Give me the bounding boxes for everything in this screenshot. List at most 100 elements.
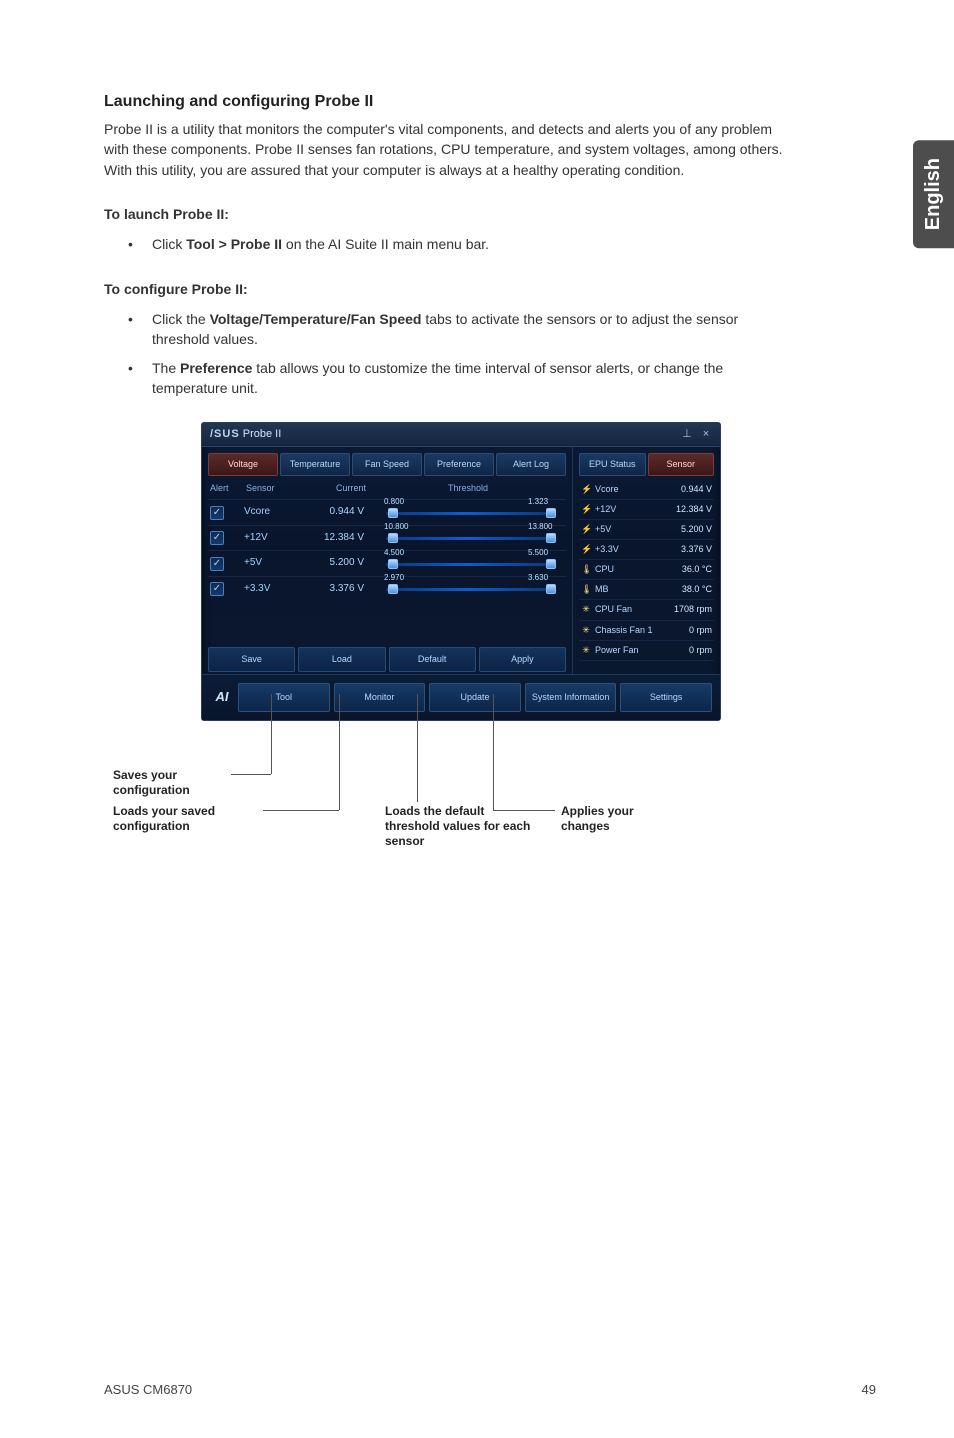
- header-sensor: Sensor: [246, 482, 316, 495]
- status-icon: ⚡: [581, 483, 591, 496]
- right-tabs: EPU StatusSensor: [579, 453, 714, 476]
- alert-checkbox[interactable]: [210, 506, 224, 520]
- threshold-hi-handle[interactable]: [546, 584, 556, 594]
- app-title: Probe II: [243, 428, 282, 440]
- default-button[interactable]: Default: [389, 647, 476, 672]
- tab-temperature[interactable]: Temperature: [280, 453, 350, 476]
- load-button[interactable]: Load: [298, 647, 385, 672]
- status-name: +12V: [595, 503, 672, 516]
- brand-logo-text: /SUS: [210, 428, 240, 440]
- pin-icon[interactable]: ⊥: [681, 427, 693, 443]
- app-bottom-bar: AI ToolMonitorUpdateSystem InformationSe…: [202, 674, 720, 720]
- close-icon[interactable]: ×: [700, 427, 712, 443]
- threshold-slider[interactable]: 10.80013.800: [370, 531, 564, 545]
- callout-line: [231, 774, 271, 775]
- sensor-row: +3.3V3.376 V2.9703.630: [208, 576, 566, 602]
- threshold-lo-handle[interactable]: [388, 559, 398, 569]
- threshold-lo-label: 10.800: [384, 521, 408, 533]
- threshold-hi-handle[interactable]: [546, 559, 556, 569]
- threshold-hi-handle[interactable]: [546, 508, 556, 518]
- sensor-tabs: VoltageTemperatureFan SpeedPreferenceAle…: [208, 453, 566, 476]
- status-icon: ⚡: [581, 523, 591, 536]
- status-item: ⚡+12V12.384 V: [579, 500, 714, 520]
- page-footer: ASUS CM6870 49: [104, 1380, 876, 1400]
- callout-load: Loads your saved configuration: [113, 804, 263, 834]
- threshold-hi-label: 5.500: [528, 547, 548, 559]
- status-value: 0.944 V: [677, 483, 712, 496]
- action-buttons-row: SaveLoadDefaultApply: [208, 641, 566, 672]
- status-name: +3.3V: [595, 543, 677, 556]
- header-alert: Alert: [210, 482, 246, 495]
- tab-fan-speed[interactable]: Fan Speed: [352, 453, 422, 476]
- status-icon: ⚡: [581, 503, 591, 516]
- threshold-slider[interactable]: 2.9703.630: [370, 582, 564, 596]
- alert-checkbox[interactable]: [210, 531, 224, 545]
- threshold-lo-handle[interactable]: [388, 508, 398, 518]
- status-name: MB: [595, 583, 678, 596]
- tab-alert-log[interactable]: Alert Log: [496, 453, 566, 476]
- sensor-name: Vcore: [244, 505, 314, 520]
- status-item: 🌡CPU36.0 °C: [579, 560, 714, 580]
- threshold-slider[interactable]: 0.8001.323: [370, 506, 564, 520]
- sensor-current: 3.376 V: [314, 582, 370, 597]
- text: The: [152, 360, 180, 376]
- configure-subhead: To configure Probe II:: [104, 279, 790, 299]
- status-item: ⚡Vcore0.944 V: [579, 480, 714, 500]
- bottom-tool-button[interactable]: Tool: [238, 683, 330, 712]
- title-bar: /SUS Probe II ⊥ ×: [202, 423, 720, 447]
- launch-item: Click Tool > Probe II on the AI Suite II…: [128, 234, 790, 254]
- probe-ii-window: /SUS Probe II ⊥ × VoltageTemperatureFan …: [201, 422, 721, 721]
- threshold-hi-label: 1.323: [528, 496, 548, 508]
- bottom-system-information-button[interactable]: System Information: [525, 683, 617, 712]
- bottom-settings-button[interactable]: Settings: [620, 683, 712, 712]
- status-icon: 🌡: [581, 563, 591, 576]
- text: Click the: [152, 311, 210, 327]
- status-value: 3.376 V: [677, 543, 712, 556]
- right-tab-sensor[interactable]: Sensor: [648, 453, 715, 476]
- callout-line: [263, 810, 339, 811]
- bottom-update-button[interactable]: Update: [429, 683, 521, 712]
- threshold-lo-label: 2.970: [384, 572, 404, 584]
- callout-save: Saves your configuration: [113, 768, 233, 798]
- launch-list: Click Tool > Probe II on the AI Suite II…: [104, 234, 790, 254]
- alert-checkbox[interactable]: [210, 557, 224, 571]
- status-item: ⚡ +3.3V3.376 V: [579, 540, 714, 560]
- right-tab-epu-status[interactable]: EPU Status: [579, 453, 646, 476]
- tab-voltage[interactable]: Voltage: [208, 453, 278, 476]
- sensor-name: +12V: [244, 531, 314, 546]
- status-value: 0 rpm: [685, 624, 712, 637]
- threshold-lo-handle[interactable]: [388, 584, 398, 594]
- save-button[interactable]: Save: [208, 647, 295, 672]
- status-name: Power Fan: [595, 644, 685, 657]
- text: on the AI Suite II main menu bar.: [282, 236, 489, 252]
- status-name: CPU: [595, 563, 678, 576]
- alert-checkbox[interactable]: [210, 582, 224, 596]
- sensor-name: +5V: [244, 556, 314, 571]
- callout-line: [493, 694, 494, 810]
- apply-button[interactable]: Apply: [479, 647, 566, 672]
- menu-path: Tool > Probe II: [186, 236, 282, 252]
- right-pane: EPU StatusSensor ⚡Vcore0.944 V⚡+12V12.38…: [572, 447, 720, 674]
- status-value: 0 rpm: [685, 644, 712, 657]
- status-icon: ⚡: [581, 543, 591, 556]
- status-value: 38.0 °C: [678, 583, 712, 596]
- sensor-name: +3.3V: [244, 582, 314, 597]
- page-content: Launching and configuring Probe II Probe…: [0, 0, 870, 721]
- callout-line: [339, 694, 340, 810]
- status-item: ✳CPU Fan1708 rpm: [579, 600, 714, 620]
- callout-line: [271, 694, 272, 774]
- threshold-lo-handle[interactable]: [388, 533, 398, 543]
- status-name: Chassis Fan 1: [595, 624, 685, 637]
- text: Click: [152, 236, 186, 252]
- header-threshold: Threshold: [372, 482, 564, 495]
- status-item: ⚡+5V5.200 V: [579, 520, 714, 540]
- callout-apply: Applies your changes: [561, 804, 681, 834]
- threshold-lo-label: 0.800: [384, 496, 404, 508]
- threshold-hi-handle[interactable]: [546, 533, 556, 543]
- status-name: CPU Fan: [595, 603, 670, 616]
- threshold-slider[interactable]: 4.5005.500: [370, 557, 564, 571]
- bottom-monitor-button[interactable]: Monitor: [334, 683, 426, 712]
- pref-name: Preference: [180, 360, 252, 376]
- tab-preference[interactable]: Preference: [424, 453, 494, 476]
- threshold-hi-label: 13.800: [528, 521, 552, 533]
